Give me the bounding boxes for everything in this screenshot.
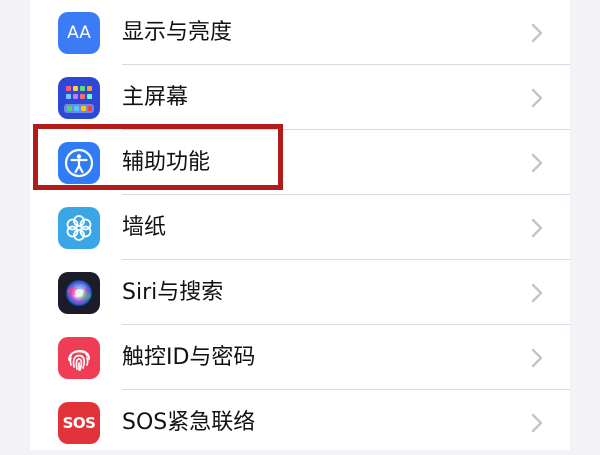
settings-row-siri-search[interactable]: Siri与搜索	[30, 260, 570, 325]
settings-row-label: Siri与搜索	[122, 280, 224, 305]
sos-icon-text: SOS	[62, 414, 96, 432]
settings-list: AA 显示与亮度 主屏幕 辅助功能 墙纸 Siri与搜索 触控ID与密码 SOS…	[30, 0, 570, 450]
chevron-right-icon	[531, 283, 543, 303]
home-screen-icon	[58, 77, 100, 119]
settings-screen: AA 显示与亮度 主屏幕 辅助功能 墙纸 Siri与搜索 触控ID与密码 SOS…	[0, 0, 600, 450]
settings-row-display-brightness[interactable]: AA 显示与亮度	[30, 0, 570, 65]
chevron-right-icon	[531, 153, 543, 173]
settings-row-label: 墙纸	[122, 215, 167, 240]
settings-row-home-screen[interactable]: 主屏幕	[30, 65, 570, 130]
wallpaper-icon	[58, 207, 100, 249]
settings-row-label: SOS紧急联络	[122, 410, 256, 435]
settings-row-label: 辅助功能	[122, 150, 211, 175]
chevron-right-icon	[531, 218, 543, 238]
settings-row-label: 主屏幕	[122, 85, 189, 110]
accessibility-icon	[58, 142, 100, 184]
siri-icon	[58, 272, 100, 314]
settings-row-label: 触控ID与密码	[122, 345, 256, 370]
chevron-right-icon	[531, 348, 543, 368]
settings-row-touch-id-passcode[interactable]: 触控ID与密码	[30, 325, 570, 390]
settings-row-label: 显示与亮度	[122, 20, 233, 45]
settings-row-accessibility[interactable]: 辅助功能	[30, 130, 570, 195]
touch-id-icon	[58, 337, 100, 379]
sos-icon: SOS	[58, 402, 100, 444]
chevron-right-icon	[531, 23, 543, 43]
display-brightness-icon: AA	[58, 12, 100, 54]
chevron-right-icon	[531, 413, 543, 433]
settings-row-wallpaper[interactable]: 墙纸	[30, 195, 570, 260]
settings-row-emergency-sos[interactable]: SOS SOS紧急联络	[30, 390, 570, 455]
display-icon-text: AA	[67, 23, 91, 43]
chevron-right-icon	[531, 88, 543, 108]
